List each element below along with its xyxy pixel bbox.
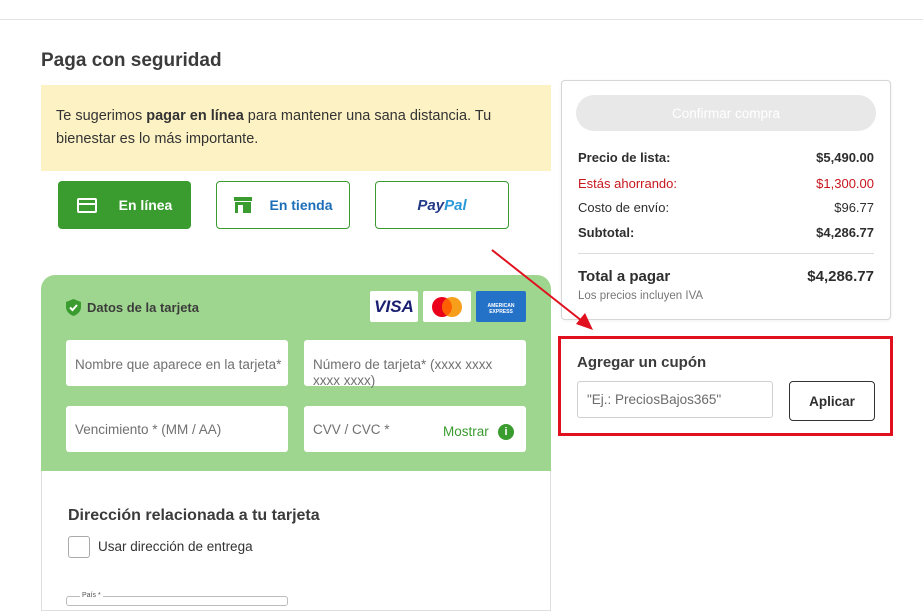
iva-note: Los precios incluyen IVA [578,290,704,302]
paypal-logo-part2: Pal [444,196,467,214]
total-row: Total a pagar $4,286.77 [578,268,874,285]
card-details-title: Datos de la tarjeta [66,299,199,316]
show-cvv-link[interactable]: Mostrar [443,424,489,439]
savings-label: Estás ahorrando: [578,176,678,191]
mastercard-circles-icon [432,296,462,317]
total-label: Total a pagar [578,268,671,285]
distance-notice: Te sugerimos pagar en línea para mantene… [41,85,551,171]
list-price-row: Precio de lista: $5,490.00 [578,150,874,165]
card-expiry-input[interactable]: Vencimiento * (MM / AA) [66,406,288,452]
pay-online-button[interactable]: En línea [58,181,191,229]
subtotal-row: Subtotal: $4,286.77 [578,225,874,240]
pay-paypal-button[interactable]: PayPal [375,181,509,229]
notice-prefix: Te sugerimos [56,108,147,124]
summary-divider [578,253,874,254]
apply-coupon-button[interactable]: Aplicar [789,381,875,421]
address-title: Dirección relacionada a tu tarjeta [68,507,320,524]
shipping-label: Costo de envío: [578,200,670,215]
shipping-value: $96.77 [834,200,874,215]
use-delivery-address-checkbox[interactable] [68,536,90,558]
mastercard-logo [423,291,471,322]
notice-emphasis: pagar en línea [146,108,244,124]
savings-value: $1,300.00 [816,176,874,191]
credit-card-icon [76,197,97,213]
pay-online-label: En línea [118,197,173,213]
pay-in-store-button[interactable]: En tienda [216,181,350,229]
card-details-title-text: Datos de la tarjeta [87,300,199,315]
use-delivery-address-label: Usar dirección de entrega [98,539,253,554]
coupon-input[interactable]: "Ej.: PreciosBajos365" [577,381,773,418]
country-label: País * [80,592,103,599]
card-cvv-input[interactable]: CVV / CVC * [304,406,526,452]
shipping-row: Costo de envío: $96.77 [578,200,874,215]
shield-check-icon [66,299,81,316]
cardholder-name-input[interactable]: Nombre que aparece en la tarjeta* [66,340,288,386]
paypal-logo: PayPal [417,197,466,214]
coupon-title: Agregar un cupón [577,354,707,371]
card-number-input[interactable]: Número de tarjeta* (xxxx xxxx xxxx xxxx) [304,340,526,388]
info-icon[interactable]: i [498,424,514,440]
savings-row: Estás ahorrando: $1,300.00 [578,176,874,191]
paypal-logo-part1: Pay [417,196,445,214]
subtotal-label: Subtotal: [578,225,635,240]
list-price-label: Precio de lista: [578,150,671,165]
store-icon [234,197,253,213]
subtotal-value: $4,286.77 [816,225,874,240]
list-price-value: $5,490.00 [816,150,874,165]
confirm-purchase-button[interactable]: Confirmar compra [576,95,876,131]
header-divider [0,19,923,20]
amex-logo: AMERICAN EXPRESS [476,291,526,322]
visa-logo: VISA [370,291,418,322]
page-title: Paga con seguridad [41,50,222,71]
pay-in-store-label: En tienda [269,197,333,213]
total-value: $4,286.77 [807,268,874,285]
